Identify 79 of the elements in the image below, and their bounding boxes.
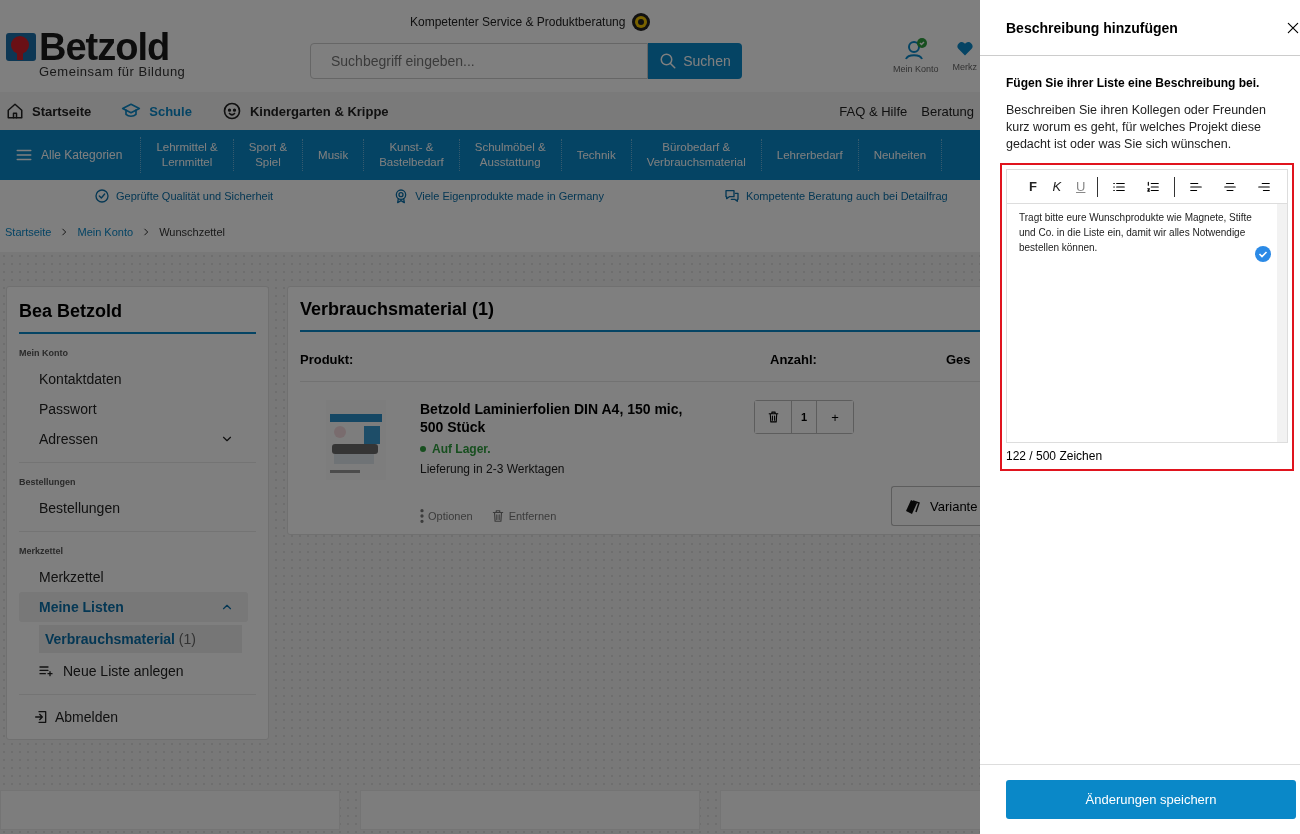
nav-tab[interactable]: Kindergarten & Krippe [221, 101, 389, 121]
category-link[interactable]: Schulmöbel & Ausstattung [459, 139, 562, 171]
account-link[interactable]: Merkz [952, 38, 978, 92]
sidebar-item[interactable]: Meine Listen [19, 592, 248, 622]
drawer-title: Beschreibung hinzufügen [1006, 19, 1178, 36]
sidebar-item[interactable]: Merkzettel [19, 562, 248, 592]
trash-icon [490, 508, 505, 524]
logo-tagline: Gemeinsam für Bildung [38, 64, 187, 79]
italic-button[interactable]: K [1044, 176, 1069, 197]
drawer-hint: Beschreiben Sie ihren Kollegen oder Freunden kurz worum es geht, für welches Projekt diese gedacht ist oder was Sie sich wünschen. [1006, 102, 1267, 153]
logo-wordmark: Betzold [39, 30, 170, 64]
breadcrumb-link[interactable]: Mein Konto [77, 226, 134, 238]
remove-link[interactable]: Entfernen [490, 508, 557, 524]
section-heading: Merkzettel [19, 546, 64, 556]
scrollbar[interactable] [1277, 204, 1287, 442]
nav-tab[interactable]: Schule [121, 101, 192, 121]
logout-link[interactable]: Abmelden [19, 695, 256, 725]
section-heading: Mein Konto [19, 348, 69, 358]
character-counter: 122 / 500 Zeichen [1006, 448, 1104, 463]
delivery-info: Lieferung in 2-3 Werktagen [420, 462, 566, 476]
logo-icon [5, 32, 37, 62]
column-header: Ges [946, 352, 972, 367]
service-note: Kompetenter Service & Produktberatung [410, 15, 626, 29]
category-link[interactable]: Bürobedarf & Verbrauchsmaterial [631, 139, 762, 171]
product-name[interactable]: Betzold Laminierfolien DIN A4, 150 mic, 500 Stück [420, 400, 700, 436]
search-field[interactable]: Suchbegriff eingeben... [310, 43, 648, 79]
house-icon [6, 102, 24, 120]
child-face-icon [221, 101, 242, 121]
cards-icon [904, 497, 922, 515]
options-link[interactable]: Optionen [420, 508, 473, 524]
variant-button[interactable]: Variante [891, 486, 983, 526]
account-link-label: Merkz [952, 62, 978, 72]
nav-tab[interactable]: Startseite [6, 102, 92, 120]
trash-icon [766, 410, 780, 424]
category-link[interactable]: Kunst- & Bastelbedarf [364, 139, 460, 171]
search-icon [659, 52, 678, 70]
usp-text: Viele Eigenprodukte made in Germany [415, 190, 604, 202]
all-categories-menu[interactable]: Alle Kategorien [0, 137, 142, 173]
breadcrumb-link[interactable]: Startseite [5, 226, 52, 238]
sidebar-title: Bea Betzold [19, 301, 256, 334]
column-header: Anzahl: [770, 352, 818, 367]
new-list-link[interactable]: Neue Liste anlegen [19, 656, 256, 686]
drawer-lead: Fügen Sie ihrer Liste eine Beschreibung bei. [1006, 76, 1261, 90]
seal-badge-icon [631, 12, 652, 32]
nav-link[interactable]: Beratung [921, 103, 974, 119]
category-link[interactable]: Lehrerbedarf [761, 139, 859, 171]
category-link[interactable]: Sport & Spiel [233, 139, 304, 171]
column-header: Produkt: [300, 352, 355, 367]
category-link[interactable]: Technik [561, 139, 632, 171]
check-circle-icon [94, 188, 110, 204]
close-icon [1286, 20, 1300, 35]
section-heading: Bestellungen [19, 477, 77, 487]
chat-bubbles-icon [723, 188, 740, 204]
category-link[interactable]: Neuheiten [858, 139, 943, 171]
delete-button[interactable] [755, 401, 792, 433]
add-list-icon [37, 663, 55, 679]
close-button[interactable] [1286, 20, 1300, 35]
account-link[interactable]: Mein Konto [893, 38, 939, 92]
sidebar-item[interactable]: Adressen [19, 424, 248, 454]
save-button[interactable]: Änderungen speichern [1006, 780, 1296, 819]
category-link[interactable]: Musik [303, 139, 365, 171]
sidebar-subitem[interactable]: Verbrauchsmaterial (1) [39, 625, 242, 653]
sign-out-icon [33, 709, 49, 725]
stock-status: Auf Lager. [420, 442, 754, 456]
bold-button[interactable]: F [1021, 176, 1045, 197]
underline-button[interactable]: U [1068, 176, 1093, 197]
breadcrumb-link[interactable]: Wunschzettel [159, 226, 225, 238]
vertical-dots-icon [420, 508, 424, 524]
nav-link[interactable]: FAQ & Hilfe [839, 103, 908, 119]
search-button[interactable]: Suchen [648, 43, 742, 79]
sidebar-item[interactable]: Bestellungen [19, 493, 248, 523]
numbered-list-icon [1145, 179, 1160, 194]
sidebar-item[interactable]: Passwort [19, 394, 248, 424]
category-link[interactable]: Lehrmittel & Lernmittel [141, 139, 234, 171]
usp-text: Geprüfte Qualität und Sicherheit [116, 190, 274, 202]
usp-text: Kompetente Beratung auch bei Detailfrag [745, 190, 948, 202]
user-check-icon [903, 38, 928, 60]
sidebar-item[interactable]: Kontaktdaten [19, 364, 248, 394]
account-link-label: Mein Konto [893, 64, 939, 74]
